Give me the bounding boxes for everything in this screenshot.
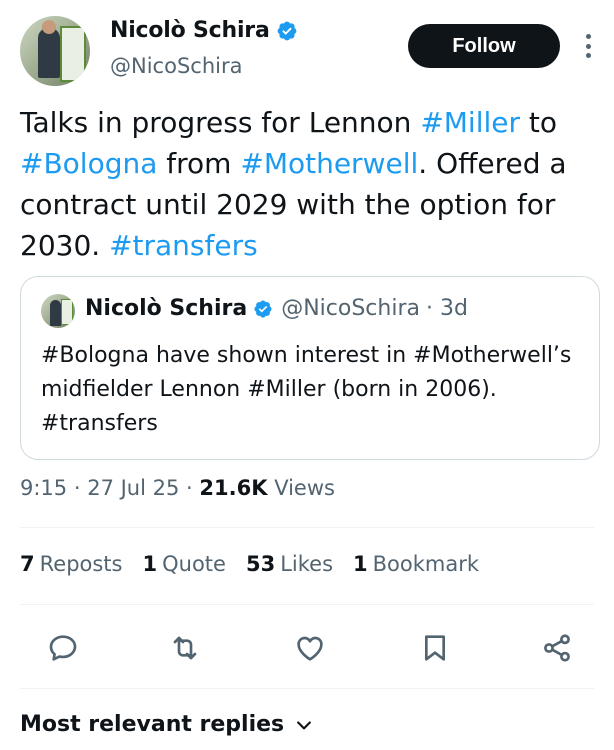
chevron-down-icon xyxy=(297,720,312,729)
tweet-text: Talks in progress for Lennon #Miller to … xyxy=(20,102,600,266)
share-button[interactable] xyxy=(532,622,582,674)
verified-badge-icon xyxy=(277,21,297,40)
tweet-text-segment: to xyxy=(520,106,558,139)
follow-button[interactable]: Follow xyxy=(408,24,560,68)
quoted-tweet-text: #Bologna have shown interest in #Motherw… xyxy=(41,343,572,436)
share-icon xyxy=(544,634,570,662)
author-name-row[interactable]: Nicolò Schira xyxy=(110,18,298,43)
hashtag-link[interactable]: #Bologna xyxy=(20,147,157,180)
like-button[interactable] xyxy=(285,622,335,674)
author-handle[interactable]: @NicoSchira xyxy=(110,54,242,78)
quotes-stat[interactable]: 1 Quote xyxy=(143,552,226,576)
repost-icon xyxy=(173,636,197,660)
more-icon[interactable] xyxy=(578,30,598,62)
divider xyxy=(20,527,594,528)
tweet-date[interactable]: 27 Jul 25 xyxy=(87,476,179,500)
reposts-stat[interactable]: 7 Reposts xyxy=(20,552,123,576)
hashtag-link[interactable]: #Miller xyxy=(420,106,520,139)
tweet-time[interactable]: 9:15 xyxy=(20,476,67,500)
replies-sort-label: Most relevant replies xyxy=(20,712,285,737)
repost-button[interactable] xyxy=(160,622,210,674)
replies-sort-dropdown[interactable]: Most relevant replies xyxy=(20,712,314,737)
tweet-header: Nicolò Schira @NicoSchira Follow xyxy=(0,0,614,100)
author-avatar[interactable] xyxy=(20,16,90,86)
reply-button[interactable] xyxy=(38,622,88,674)
reply-icon xyxy=(49,635,77,661)
author-name[interactable]: Nicolò Schira xyxy=(110,18,270,43)
hashtag-link[interactable]: #transfers xyxy=(109,229,258,262)
tweet-meta: 9:15 · 27 Jul 25 · 21.6K Views xyxy=(20,476,335,500)
tweet-text-segment: from xyxy=(157,147,241,180)
quoted-tweet-header: Nicolò Schira @NicoSchira · 3d xyxy=(85,296,468,321)
quoted-tweet[interactable]: Nicolò Schira @NicoSchira · 3d #Bologna … xyxy=(20,276,600,460)
views-count: 21.6K xyxy=(199,476,268,500)
likes-stat[interactable]: 53 Likes xyxy=(246,552,333,576)
hashtag-link[interactable]: #Motherwell xyxy=(240,147,418,180)
divider xyxy=(20,604,594,605)
bookmarks-stat[interactable]: 1 Bookmark xyxy=(353,552,479,576)
quoted-author-handle[interactable]: @NicoSchira xyxy=(281,296,420,321)
bookmark-button[interactable] xyxy=(410,622,460,674)
action-bar xyxy=(0,622,614,674)
quoted-author-name[interactable]: Nicolò Schira xyxy=(85,296,247,321)
verified-badge-icon xyxy=(254,299,272,318)
quoted-tweet-age: · 3d xyxy=(426,296,468,321)
engagement-stats: 7 Reposts 1 Quote 53 Likes 1 Bookmark xyxy=(20,552,499,576)
tweet-text-segment: Talks in progress for Lennon xyxy=(20,106,421,139)
divider xyxy=(20,688,594,689)
views-label: Views xyxy=(274,476,335,500)
like-icon xyxy=(297,636,323,661)
bookmark-icon xyxy=(425,635,445,661)
quoted-author-avatar[interactable] xyxy=(41,294,75,328)
